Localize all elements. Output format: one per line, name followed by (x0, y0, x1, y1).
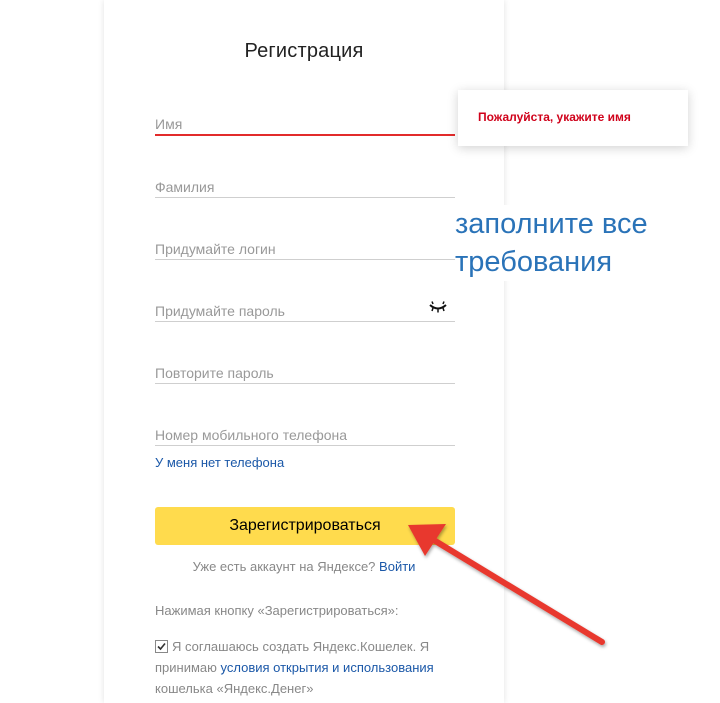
password-field[interactable] (155, 296, 455, 322)
password-repeat-field[interactable] (155, 358, 455, 384)
account-prompt: Уже есть аккаунт на Яндексе? (192, 559, 376, 574)
first-name-field[interactable] (155, 110, 455, 136)
password-input[interactable] (155, 296, 455, 321)
page-title: Регистрация (244, 40, 364, 62)
registration-card: Регистрация У меня нет телефона Зарегист… (104, 0, 504, 703)
login-link[interactable]: Войти (379, 559, 415, 574)
login-input[interactable] (155, 234, 455, 259)
agree-checkbox[interactable] (155, 640, 168, 653)
checkmark-icon (157, 642, 166, 651)
terms-link[interactable]: условия открытия и использования (221, 660, 434, 675)
eye-closed-icon[interactable] (429, 300, 447, 313)
last-name-input[interactable] (155, 172, 455, 197)
instruction-annotation: заполните все требования (455, 205, 715, 281)
terms-notice: Нажимая кнопку «Зарегистрироваться»: (155, 603, 399, 618)
agree-text-2: кошелька «Яндекс.Денег» (155, 681, 314, 696)
no-phone-link[interactable]: У меня нет телефона (155, 455, 284, 470)
annotation-line-1: заполните все (455, 208, 648, 240)
error-tooltip: Пожалуйста, укажите имя (458, 90, 688, 146)
annotation-line-2: требования (455, 246, 613, 278)
phone-input[interactable] (155, 420, 455, 445)
first-name-input[interactable] (155, 110, 455, 134)
login-field[interactable] (155, 234, 455, 260)
last-name-field[interactable] (155, 172, 455, 198)
account-line: Уже есть аккаунт на Яндексе? Войти (104, 559, 504, 574)
agree-block: Я соглашаюсь создать Яндекс.Кошелек. Я п… (155, 636, 455, 699)
register-button[interactable]: Зарегистрироваться (155, 507, 455, 545)
password-repeat-input[interactable] (155, 358, 455, 383)
phone-field[interactable] (155, 420, 455, 446)
